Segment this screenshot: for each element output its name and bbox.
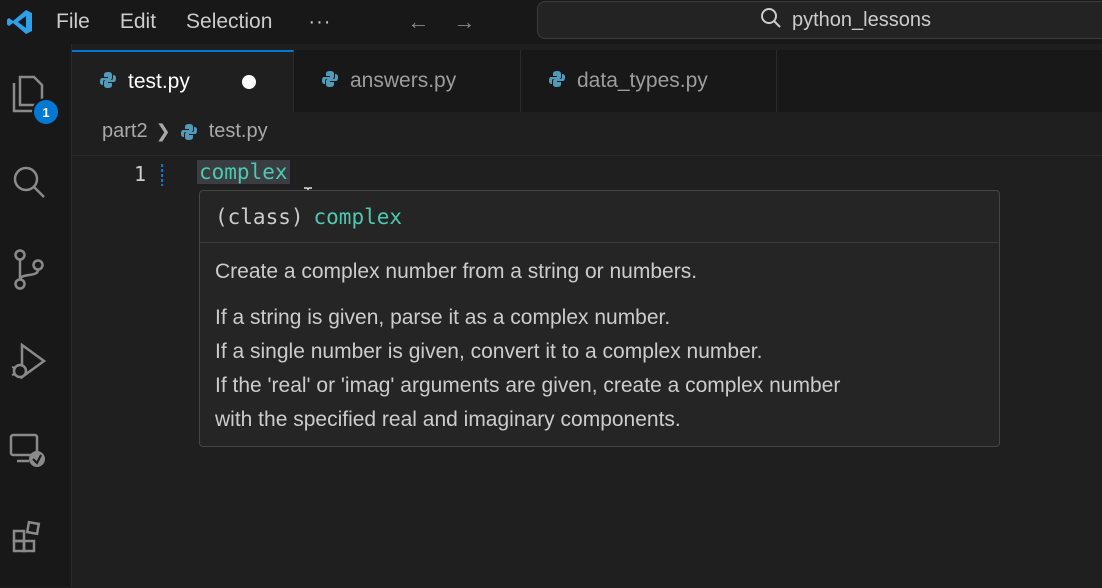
remote-explorer-icon[interactable] xyxy=(0,422,56,478)
doc-line: If a string is given, parse it as a comp… xyxy=(215,306,671,329)
menu-selection[interactable]: Selection xyxy=(186,10,272,34)
tab-data-types-py[interactable]: data_types.py xyxy=(521,50,777,112)
search-view-icon[interactable] xyxy=(0,154,56,210)
python-file-icon xyxy=(98,70,118,95)
doc-line: If the 'real' or 'imag' arguments are gi… xyxy=(215,374,841,397)
unsaved-dot-icon[interactable] xyxy=(241,75,256,89)
command-center-search[interactable]: python_lessons xyxy=(537,1,1102,39)
text-cursor-line xyxy=(161,164,163,186)
python-file-icon xyxy=(179,122,199,142)
search-icon xyxy=(760,7,782,34)
hover-tooltip: (class) complex Create a complex number … xyxy=(199,190,1000,447)
chevron-right-icon: ❯ xyxy=(155,121,171,141)
python-file-icon xyxy=(320,69,340,94)
back-arrow-icon[interactable]: ← xyxy=(407,9,429,35)
code-token-complex[interactable]: complex xyxy=(197,160,290,184)
extensions-icon[interactable] xyxy=(0,509,56,565)
activity-bar: 1 xyxy=(0,44,72,587)
tab-label: test.py xyxy=(128,70,190,93)
breadcrumb: part2 ❯ test.py xyxy=(102,120,268,143)
breadcrumb-file[interactable]: test.py xyxy=(209,120,268,143)
forward-arrow-icon[interactable]: → xyxy=(453,9,475,35)
signature-prefix: (class) xyxy=(215,204,304,229)
hover-documentation: Create a complex number from a string or… xyxy=(200,243,999,437)
tab-answers-py[interactable]: answers.py xyxy=(294,50,521,112)
workspace-name: python_lessons xyxy=(792,8,931,31)
editor-tab-bar: test.py answers.py data_types.py xyxy=(72,50,1102,112)
source-control-icon[interactable] xyxy=(0,241,56,297)
doc-line: with the specified real and imaginary co… xyxy=(215,408,681,431)
hover-signature: (class) complex xyxy=(200,191,999,243)
python-file-icon xyxy=(547,69,567,94)
title-bar: File Edit Selection ··· ← → python_lesso… xyxy=(0,0,1102,44)
menu-more-button[interactable]: ··· xyxy=(308,11,331,34)
signature-name: complex xyxy=(313,204,403,229)
doc-line: Create a complex number from a string or… xyxy=(215,260,698,283)
tab-label: answers.py xyxy=(350,69,457,92)
breadcrumb-folder[interactable]: part2 xyxy=(102,120,148,143)
menu-edit[interactable]: Edit xyxy=(120,10,156,34)
tab-test-py[interactable]: test.py xyxy=(72,50,294,112)
menu-file[interactable]: File xyxy=(56,10,90,34)
doc-line: If a single number is given, convert it … xyxy=(215,340,763,363)
run-debug-icon[interactable] xyxy=(0,334,56,390)
tab-label: data_types.py xyxy=(577,69,708,92)
explorer-badge: 1 xyxy=(32,98,60,126)
line-number: 1 xyxy=(134,162,147,186)
vscode-logo-icon xyxy=(2,4,38,40)
